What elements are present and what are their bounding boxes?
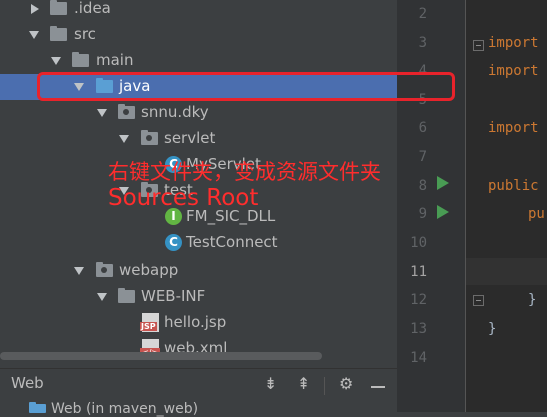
collapse-arrow-icon[interactable]: [97, 293, 107, 301]
annotation-english: Sources Root: [108, 185, 259, 211]
gear-icon[interactable]: ⚙: [339, 374, 353, 393]
tree-item-web-inf[interactable]: WEB-INF: [0, 284, 397, 310]
line-number: 12: [410, 292, 427, 308]
annotation-chinese: 右键文件夹，变成资源文件夹: [108, 160, 381, 184]
tree-item-hello-jsp[interactable]: JSP hello.jsp: [0, 310, 397, 336]
code-line: public: [488, 178, 539, 194]
line-number: 13: [410, 321, 427, 337]
code-line: }: [488, 321, 497, 337]
tree-item-idea[interactable]: .idea: [0, 0, 397, 22]
collapse-arrow-icon[interactable]: [29, 31, 39, 39]
toolbar-divider: [324, 377, 325, 395]
folder-icon: [50, 26, 67, 41]
fold-icon[interactable]: [473, 40, 484, 51]
tree-item-webapp[interactable]: webapp: [0, 258, 397, 284]
web-facet-item[interactable]: Web (in maven_web): [51, 401, 198, 417]
tool-window-title: Web: [11, 374, 44, 392]
line-number: 6: [418, 120, 427, 136]
fold-icon[interactable]: [473, 295, 484, 306]
collapse-arrow-icon[interactable]: [97, 109, 107, 117]
collapse-arrow-icon[interactable]: [119, 135, 129, 143]
collapse-all-icon[interactable]: ⇞: [297, 374, 310, 393]
web-tool-window: Web ⇟ ⇞ ⚙ Web (in maven_web): [0, 368, 397, 417]
run-icon[interactable]: [437, 176, 449, 190]
code-line: import: [488, 63, 539, 79]
tree-item-main[interactable]: main: [0, 48, 397, 74]
expand-arrow-icon[interactable]: [31, 4, 39, 14]
package-icon: [118, 104, 135, 119]
tree-item-testconnect[interactable]: C TestConnect: [0, 230, 397, 256]
code-line: import: [488, 35, 539, 51]
minimize-icon[interactable]: [371, 386, 385, 388]
line-number: 9: [418, 206, 427, 222]
line-number: 2: [418, 6, 427, 22]
jsp-file-icon: JSP: [140, 313, 159, 332]
web-folder-icon: [96, 262, 113, 277]
class-icon: C: [165, 234, 182, 251]
package-icon: [141, 130, 158, 145]
code-line: pu: [528, 206, 545, 222]
horizontal-scrollbar[interactable]: [0, 352, 322, 360]
code-line: }: [528, 292, 537, 308]
code-line: import: [488, 120, 539, 136]
editor-gutter: 2 3 4 5 6 7 8 9 10 11 12 13 14: [397, 0, 466, 412]
line-number: 10: [410, 235, 427, 251]
folder-icon: [50, 0, 67, 15]
run-icon[interactable]: [437, 205, 449, 219]
line-number: 7: [418, 149, 427, 165]
highlight-box: [37, 72, 455, 101]
code-editor[interactable]: 2 3 4 5 6 7 8 9 10 11 12 13 14 import im…: [397, 0, 547, 412]
current-line-highlight: [466, 258, 547, 285]
collapse-arrow-icon[interactable]: [74, 267, 84, 275]
line-number: 11: [410, 264, 427, 280]
line-number: 8: [418, 178, 427, 194]
collapse-arrow-icon[interactable]: [51, 57, 61, 65]
expand-all-icon[interactable]: ⇟: [264, 374, 277, 393]
tree-item-snnu-dky[interactable]: snnu.dky: [0, 100, 397, 126]
tree-item-servlet[interactable]: servlet: [0, 126, 397, 152]
tree-item-src[interactable]: src: [0, 22, 397, 48]
folder-icon: [72, 52, 89, 67]
line-number: 3: [418, 35, 427, 51]
folder-icon: [118, 288, 135, 303]
line-number: 14: [410, 350, 427, 366]
